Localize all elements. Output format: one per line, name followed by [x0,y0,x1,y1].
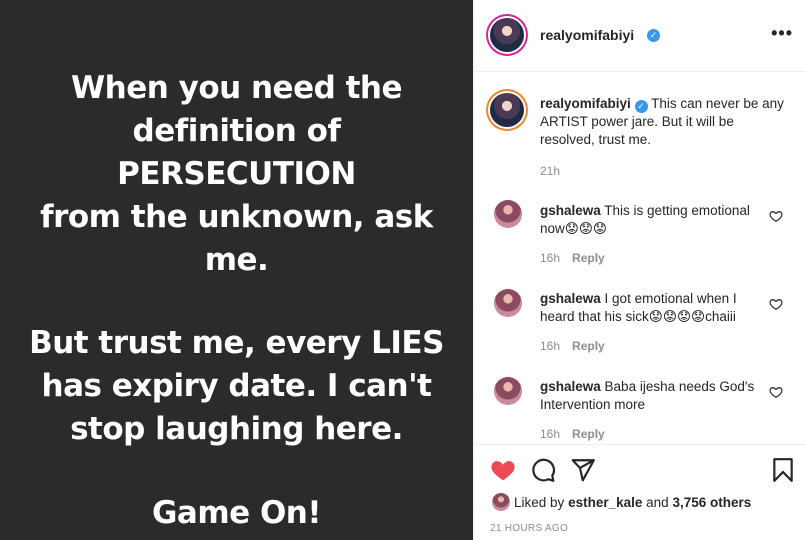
caption-username[interactable]: realyomifabiyi [540,96,631,111]
caption-text: realyomifabiyi ✓ This can never be any A… [540,95,785,149]
comment-age: 16h [540,339,561,353]
post-image[interactable]: When you need the definition of PERSECUT… [0,0,473,540]
post-text-line: from the unknown, ask [40,199,433,235]
commenter-avatar[interactable] [494,377,522,405]
heart-outline-icon[interactable] [769,209,783,223]
liked-by-and: and [646,495,669,510]
commenter-username[interactable]: gshalewa [540,291,601,306]
liked-by-prefix: Liked by [514,495,565,510]
commenter-avatar[interactable] [494,200,522,228]
more-options-icon[interactable]: ••• [771,24,793,42]
reply-button[interactable]: Reply [572,339,605,353]
post-details-panel: realyomifabiyi ✓ ••• realyomifabiyi ✓ Th… [473,0,806,540]
comment-icon[interactable] [530,457,556,483]
author-username[interactable]: realyomifabiyi [540,27,634,43]
action-bar: Liked by esther_kale and 3,756 others 21… [474,444,806,540]
comment-age: 16h [540,427,561,441]
post-text-line: Game On! [151,495,322,531]
comment-text: gshalewa This is getting emotional now😟😟… [540,202,760,238]
author-avatar[interactable] [490,18,524,52]
caption-age: 21h [540,164,561,178]
comment-meta: 16h Reply [540,427,605,441]
comment-text: gshalewa Baba ijesha needs God's Interve… [540,378,760,414]
verified-badge-icon: ✓ [634,100,648,113]
comment-meta: 16h Reply [540,251,605,265]
heart-outline-icon[interactable] [769,385,783,399]
liker-avatar[interactable] [492,493,510,511]
heart-icon[interactable] [490,457,516,483]
post-text-line: me. [204,242,269,278]
likes-summary: Liked by esther_kale and 3,756 others [514,495,751,510]
post-timestamp[interactable]: 21 HOURS AGO [490,523,568,534]
comment-text: gshalewa I got emotional when I heard th… [540,290,760,326]
verified-badge-icon: ✓ [647,29,660,42]
heart-outline-icon[interactable] [769,297,783,311]
post-header: realyomifabiyi ✓ ••• [474,0,806,72]
reply-button[interactable]: Reply [572,251,605,265]
commenter-username[interactable]: gshalewa [540,379,601,394]
post-text-line: But trust me, every LIES [29,325,444,361]
likes-count[interactable]: 3,756 others [672,495,751,510]
comment-age: 16h [540,251,561,265]
comments-list[interactable]: realyomifabiyi ✓ This can never be any A… [474,73,806,443]
post-text-line: has expiry date. I can't [41,368,432,404]
post-text-line: definition of [132,113,341,149]
bookmark-icon[interactable] [770,457,796,483]
post-text-line: When you need the [70,70,403,106]
reply-button[interactable]: Reply [572,427,605,441]
caption-avatar[interactable] [490,93,524,127]
paper-plane-icon[interactable] [570,457,596,483]
comment-meta: 16h Reply [540,339,605,353]
post-text-line: PERSECUTION [117,156,356,192]
commenter-username[interactable]: gshalewa [540,203,601,218]
liked-by-user[interactable]: esther_kale [568,495,642,510]
post-text-line: stop laughing here. [70,411,403,447]
commenter-avatar[interactable] [494,289,522,317]
